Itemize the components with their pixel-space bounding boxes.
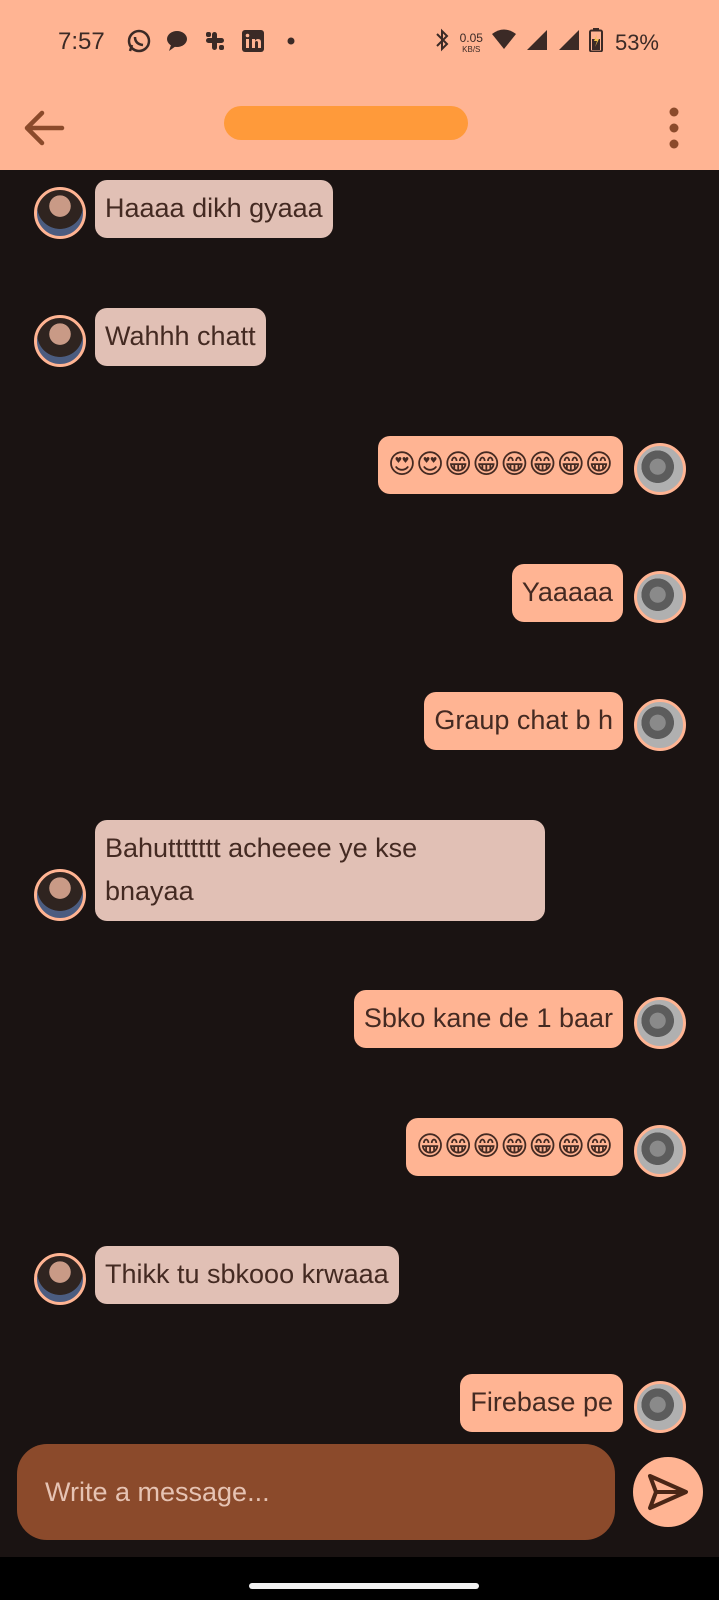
avatar[interactable]: [634, 1381, 686, 1433]
avatar[interactable]: [634, 699, 686, 751]
network-speed-unit: KB/S: [462, 44, 481, 54]
notification-icons: [126, 28, 304, 54]
back-button[interactable]: [18, 102, 70, 154]
chat-bubble-icon: [164, 28, 190, 54]
incoming-message[interactable]: Haaaa dikh gyaaa: [95, 180, 333, 238]
more-vert-icon: [669, 107, 679, 149]
arrow-left-icon: [24, 110, 65, 146]
signal-icon: [525, 29, 549, 56]
wifi-icon: [491, 29, 517, 56]
avatar[interactable]: [634, 1125, 686, 1177]
avatar[interactable]: [34, 187, 86, 239]
status-time: 7:57: [58, 28, 105, 55]
slack-icon: [202, 28, 228, 54]
app-bar: [0, 86, 719, 170]
incoming-message[interactable]: Thikk tu sbkooo krwaaa: [95, 1246, 399, 1304]
outgoing-message[interactable]: Firebase pe: [460, 1374, 623, 1432]
more-options-button[interactable]: [659, 102, 689, 154]
status-bar: 7:57 0.05 KB/S 53%: [0, 0, 719, 86]
outgoing-message[interactable]: Yaaaaa: [511, 564, 623, 622]
battery-icon: [588, 28, 603, 57]
navigation-bar: [0, 1557, 719, 1600]
outgoing-message[interactable]: Sbko kane de 1 baar: [353, 990, 623, 1048]
incoming-message[interactable]: Bahuttttttt acheeee ye kse bnayaa: [95, 820, 545, 921]
send-icon: [648, 1474, 688, 1510]
signal-icon-2: [557, 29, 581, 56]
linkedin-icon: [240, 28, 266, 54]
home-indicator[interactable]: [249, 1583, 479, 1589]
outgoing-message[interactable]: Graup chat b h: [424, 692, 623, 750]
avatar[interactable]: [634, 997, 686, 1049]
network-speed: 0.05 KB/S: [460, 32, 483, 54]
chat-screen: 7:57 0.05 KB/S 53% Haaaa dikh gyaaa Wahh…: [0, 0, 719, 1600]
message-composer: [17, 1444, 615, 1540]
system-icons: 0.05 KB/S 53%: [432, 28, 659, 57]
message-input[interactable]: [45, 1444, 595, 1540]
outgoing-message[interactable]: 😍😍😁😁😁😁😁😁: [377, 436, 623, 494]
send-button[interactable]: [633, 1457, 703, 1527]
avatar[interactable]: [34, 869, 86, 921]
dot-icon: [278, 28, 304, 54]
battery-percent: 53%: [614, 29, 659, 55]
avatar[interactable]: [34, 1253, 86, 1305]
bluetooth-icon: [432, 28, 452, 57]
incoming-message[interactable]: Wahhh chatt: [95, 308, 266, 366]
redacted-chat-title: [224, 106, 468, 140]
network-speed-value: 0.05: [459, 30, 483, 45]
whatsapp-icon: [126, 28, 152, 54]
avatar[interactable]: [634, 443, 686, 495]
outgoing-message[interactable]: 😁😁😁😁😁😁😁: [405, 1118, 623, 1176]
avatar[interactable]: [34, 315, 86, 367]
avatar[interactable]: [634, 571, 686, 623]
